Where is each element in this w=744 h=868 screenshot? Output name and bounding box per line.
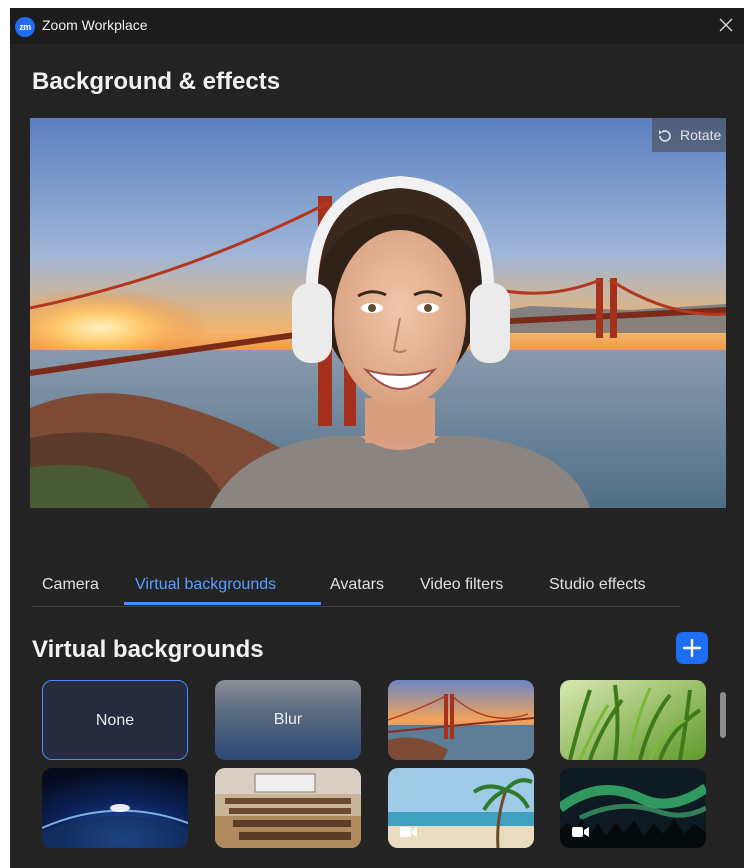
close-icon <box>719 18 733 32</box>
video-icon <box>572 827 589 837</box>
scrollbar-thumb[interactable] <box>720 692 726 738</box>
background-classroom[interactable] <box>215 768 361 848</box>
earth-thumbnail <box>42 768 188 848</box>
plus-icon <box>682 638 702 658</box>
background-aurora[interactable] <box>560 768 706 848</box>
background-earth[interactable] <box>42 768 188 848</box>
golden-gate-thumbnail <box>388 680 534 760</box>
background-grass[interactable] <box>560 680 706 760</box>
background-beach[interactable] <box>388 768 534 848</box>
zoom-logo: zm <box>15 17 35 37</box>
rotate-icon <box>659 130 671 142</box>
app-title: Zoom Workplace <box>42 17 148 33</box>
tab-virtual-backgrounds[interactable]: Virtual backgrounds <box>135 576 276 594</box>
rotate-label: Rotate <box>680 127 722 143</box>
tab-studio-effects[interactable]: Studio effects <box>549 576 646 594</box>
classroom-thumbnail <box>215 768 361 848</box>
close-button[interactable] <box>716 14 736 36</box>
section-title: Virtual backgrounds <box>32 636 264 663</box>
video-icon <box>400 827 417 837</box>
add-background-button[interactable] <box>676 632 708 664</box>
grass-thumbnail <box>560 680 706 760</box>
scrollbar[interactable] <box>718 626 728 868</box>
camera-preview: Rotate <box>30 118 726 508</box>
effects-tabs: Camera Virtual backgrounds Avatars Video… <box>32 568 680 607</box>
title-bar: zm Zoom Workplace <box>10 8 744 44</box>
preview-image <box>30 118 726 508</box>
background-golden-gate[interactable] <box>388 680 534 760</box>
tab-camera[interactable]: Camera <box>42 576 99 594</box>
background-none-label: None <box>95 712 135 729</box>
tab-video-filters[interactable]: Video filters <box>420 576 503 594</box>
background-blur-label: Blur <box>273 711 303 728</box>
tab-avatars[interactable]: Avatars <box>330 576 384 594</box>
active-tab-indicator <box>124 602 321 605</box>
page-title: Background & effects <box>32 68 281 95</box>
background-blur[interactable]: Blur <box>215 680 361 760</box>
rotate-button[interactable]: Rotate <box>652 118 726 152</box>
background-none[interactable]: None <box>42 680 188 760</box>
settings-window: zm Zoom Workplace Background & effects R… <box>10 8 744 868</box>
